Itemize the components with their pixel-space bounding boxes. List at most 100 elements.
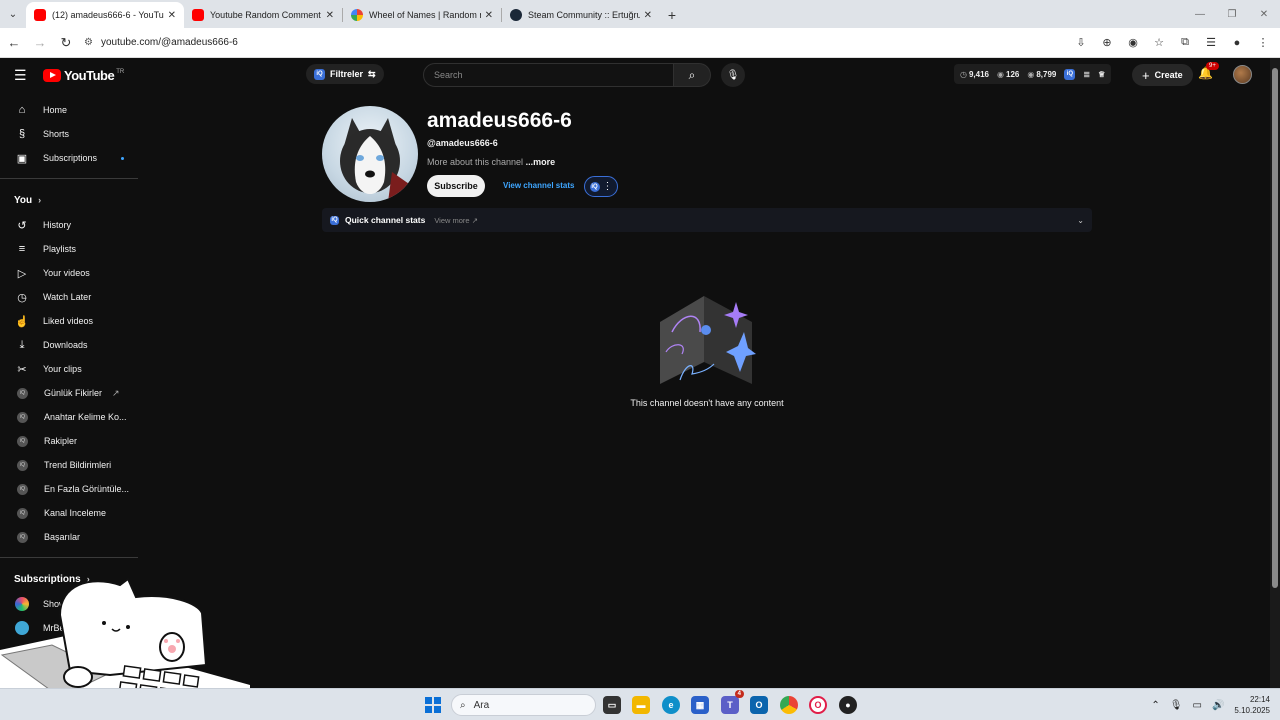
view-channel-stats-link[interactable]: View channel stats [503,181,574,190]
vidiq-icon: iQ [589,181,600,192]
browser-tab[interactable]: Steam Community :: Ertuğrul G ✕ [502,2,660,28]
sidebar-item-liked-videos[interactable]: ☝ Liked videos [0,309,138,333]
sidebar-item-label: Kanal Inceleme [44,508,107,518]
sidebar-item-trend-bildirimleri[interactable]: iQ Trend Bildirimleri [0,453,138,477]
notifications-button[interactable]: 🔔 9+ [1198,62,1219,80]
close-window-icon[interactable]: ✕ [1248,0,1280,28]
vidiq-icon: iQ [17,411,28,423]
search-button[interactable]: ⌕ [674,63,711,87]
edge-browser-icon[interactable]: e [662,696,680,714]
profile-icon[interactable]: ● [1226,32,1248,54]
quick-channel-stats-bar[interactable]: iQ Quick channel stats View more ↗ ⌄ [322,208,1092,232]
browser-tab[interactable]: Youtube Random Comment Pic ✕ [184,2,342,28]
minimize-icon[interactable]: — [1184,0,1216,28]
youtube-favicon-icon [34,9,46,21]
windows-start-icon[interactable] [425,697,441,713]
stat-views-total: ◉ 8,799 [1027,70,1056,79]
account-avatar[interactable] [1233,65,1252,84]
steam-icon[interactable]: ● [839,696,857,714]
sidebar-item-rakipler[interactable]: iQ Rakipler [0,429,138,453]
tab-search-button[interactable]: ⌄ [0,0,26,28]
browser-tab-bar: ⌄ (12) amadeus666-6 - YouTube ✕ Youtube … [0,0,1280,28]
forward-button[interactable]: → [28,31,52,55]
subscribe-button[interactable]: Subscribe [427,175,485,197]
file-explorer-icon[interactable]: ▬ [632,696,650,714]
stat-value: 126 [1006,69,1020,79]
vidiq-icon: iQ [330,215,339,225]
outlook-icon[interactable]: O [750,696,768,714]
sidebar-item-playlists[interactable]: ≡ Playlists [0,237,138,261]
sidebar-item-subscriptions[interactable]: ▣ Subscriptions [0,146,138,170]
back-button[interactable]: ← [2,31,26,55]
sidebar-item-label: Watch Later [43,292,92,302]
channel-about-link[interactable]: More about this channel ...more [427,157,555,167]
close-icon[interactable]: ✕ [644,10,652,21]
achievement-icon[interactable]: ♕ [1098,70,1105,79]
sidebar-section-you[interactable]: You › [0,187,138,213]
filters-button[interactable]: iQ Filtreler ⇆ [306,64,384,84]
sidebar-item-en-fazla[interactable]: iQ En Fazla Görüntüle... [0,477,138,501]
more-link[interactable]: ...more [526,157,556,167]
search-icon: ⌕ [460,699,466,711]
site-info-icon[interactable]: ⚙ [84,37,93,48]
reading-list-icon[interactable]: ☰ [1200,32,1222,54]
network-icon[interactable]: ▭ [1193,700,1202,711]
extensions-icon[interactable]: ⧉ [1174,32,1196,54]
sidebar-item-your-videos[interactable]: ▷ Your videos [0,261,138,285]
teams-icon[interactable]: T4 [721,690,744,714]
sidebar-item-basarilar[interactable]: iQ Başarılar [0,525,138,549]
tracking-protection-icon[interactable]: ◉ [1122,32,1144,54]
taskbar-clock[interactable]: 22:14 5.10.2025 [1234,694,1270,716]
list-icon[interactable]: ≣ [1083,70,1090,79]
vidiq-stats-bar[interactable]: ◷ 9,416 ◉ 126 ◉ 8,799 iQ ≣ ♕ [954,64,1112,84]
address-bar[interactable]: ⚙ youtube.com/@amadeus666-6 [78,31,1070,55]
chrome-icon[interactable] [780,696,798,714]
bookmark-star-icon[interactable]: ☆ [1148,32,1170,54]
taskbar-search[interactable]: ⌕ Ara [451,694,596,716]
subscriptions-icon: ▣ [16,152,28,165]
sidebar-item-anahtar-kelime[interactable]: iQ Anahtar Kelime Ko... [0,405,138,429]
sidebar-item-kanal-inceleme[interactable]: iQ Kanal Inceleme [0,501,138,525]
voice-search-button[interactable]: 🎙 [721,63,745,87]
new-tab-button[interactable]: + [660,2,684,28]
vidiq-icon[interactable]: iQ [1064,68,1076,80]
volume-icon[interactable]: 🔊 [1212,700,1224,711]
sidebar-item-label: Shorts [43,129,70,139]
create-button[interactable]: + Create [1132,64,1193,86]
install-app-icon[interactable]: ⇩ [1070,32,1092,54]
eye-icon: ◉ [1027,69,1035,79]
browser-tab[interactable]: Wheel of Names | Random nam ✕ [343,2,501,28]
youtube-logo[interactable]: YouTube TR [43,68,124,83]
search-input[interactable] [423,63,674,87]
page-scrollbar[interactable] [1270,58,1280,688]
channel-avatar[interactable] [322,106,418,202]
browser-tab[interactable]: (12) amadeus666-6 - YouTube ✕ [26,2,184,28]
vidiq-channel-button[interactable]: iQ ⋮ [584,176,618,197]
sidebar-item-history[interactable]: ↺ History [0,213,138,237]
close-icon[interactable]: ✕ [326,10,334,21]
close-icon[interactable]: ✕ [168,10,176,21]
reload-button[interactable]: ↻ [54,31,78,55]
sidebar-item-home[interactable]: ⌂ Home [0,98,138,122]
sidebar-item-gunluk-fikirler[interactable]: iQ Günlük Fikirler ↗ [0,381,138,405]
opera-icon[interactable]: O [809,696,827,714]
microsoft-store-icon[interactable]: ▦ [691,696,709,714]
zoom-icon[interactable]: ⊕ [1096,32,1118,54]
sidebar-item-watch-later[interactable]: ◷ Watch Later [0,285,138,309]
task-view-icon[interactable]: ▭ [603,696,621,714]
chevron-down-icon[interactable]: ⌄ [1077,216,1084,225]
region-code: TR [116,68,125,75]
sidebar-item-your-clips[interactable]: ✂ Your clips [0,357,138,381]
chevron-up-icon[interactable]: ⌃ [1151,700,1159,711]
view-more-link[interactable]: View more ↗ [434,216,478,225]
scrollbar-thumb[interactable] [1272,68,1278,588]
restore-icon[interactable]: ❐ [1216,0,1248,28]
microphone-icon[interactable]: 🎙 [1170,700,1183,711]
browser-menu-icon[interactable]: ⋮ [1252,32,1274,54]
sidebar-item-shorts[interactable]: § Shorts [0,122,138,146]
logo-text: YouTube [64,68,115,83]
masthead: ☰ YouTube TR iQ Filtreler ⇆ ⌕ 🎙 ◷9,416 ◉… [0,58,1270,92]
sidebar-item-downloads[interactable]: ⤓ Downloads [0,333,138,357]
close-icon[interactable]: ✕ [485,10,493,21]
menu-icon[interactable]: ☰ [14,67,27,84]
